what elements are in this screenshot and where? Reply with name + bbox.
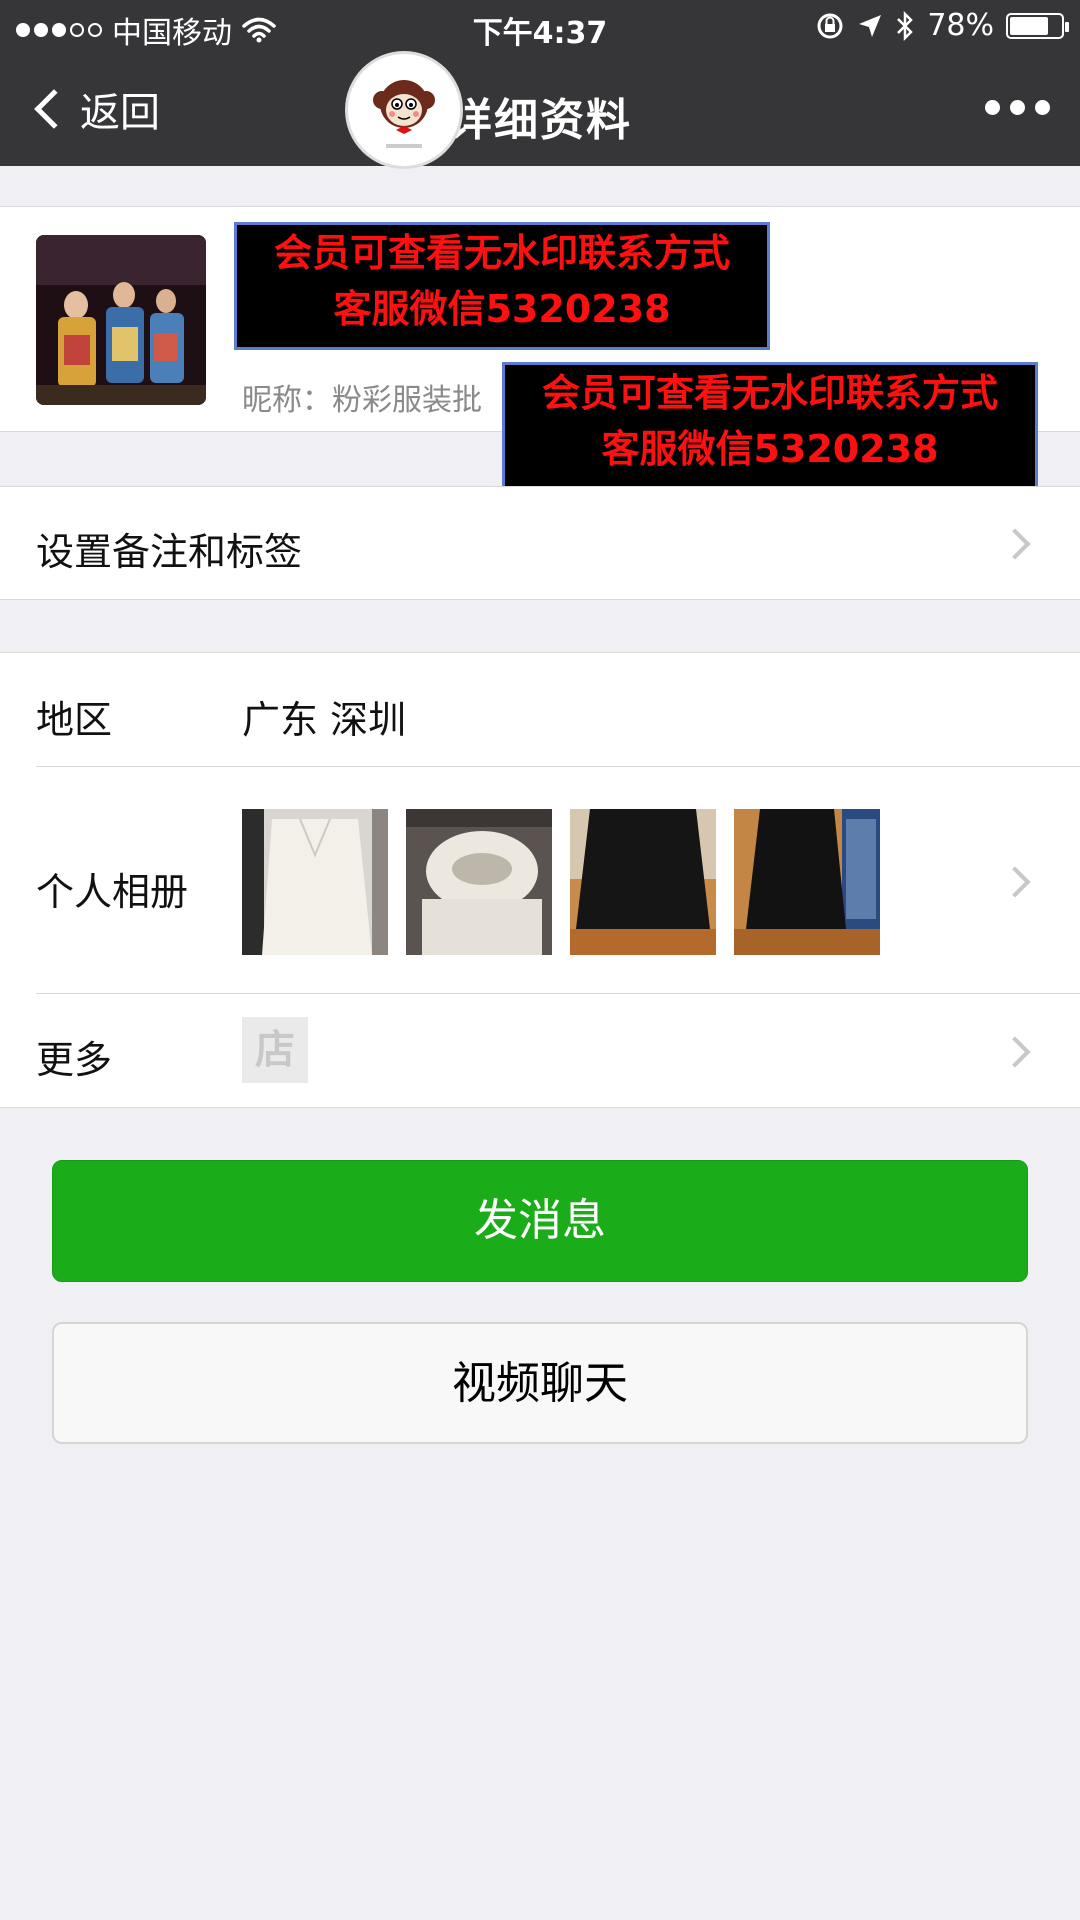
battery-icon: [1006, 12, 1069, 39]
battery-fill: [1010, 16, 1049, 35]
watermark-line: 会员可查看无水印联系方式: [541, 371, 998, 415]
region-label: 地区: [36, 698, 113, 742]
watermark-line: 客服微信5320238: [601, 427, 939, 471]
watermark-banner: 会员可查看无水印联系方式 客服微信5320238: [502, 362, 1038, 490]
nav-bar: 返回 详细资料: [0, 54, 1080, 166]
orientation-lock-icon: [817, 13, 843, 38]
battery-percent: 78%: [927, 8, 994, 43]
watermark-line: 会员可查看无水印联系方式: [273, 231, 730, 275]
more-label: 更多: [36, 1038, 113, 1082]
avatar[interactable]: [36, 235, 206, 405]
chevron-right-icon: [999, 866, 1031, 898]
white-sweater-photo[interactable]: [242, 809, 388, 955]
chevron-right-icon: [999, 528, 1031, 560]
set-remark-label: 设置备注和标签: [36, 530, 303, 574]
video-chat-button[interactable]: 视频聊天: [52, 1322, 1028, 1444]
white-turtleneck-photo[interactable]: [406, 809, 552, 955]
nickname: 昵称：粉彩服装批: [242, 383, 482, 418]
send-message-button[interactable]: 发消息: [52, 1160, 1028, 1282]
status-right: 78%: [815, 8, 1069, 43]
monkey-logo-icon: [348, 54, 460, 166]
black-skirt-photo[interactable]: [570, 809, 716, 955]
set-remark-row[interactable]: 设置备注和标签: [0, 486, 1080, 600]
chevron-right-icon: [999, 1036, 1031, 1068]
watermark-banner: 会员可查看无水印联系方式 客服微信5320238: [234, 222, 770, 350]
black-dress-photo[interactable]: [734, 809, 880, 955]
divider: [36, 766, 1080, 767]
top-bar: 中国移动 下午4:37 78% 返回 详细资料: [0, 0, 1080, 166]
info-group: 地区 广东 深圳 个人相册 更多 店: [0, 652, 1080, 1108]
region-value: 广东 深圳: [242, 698, 407, 742]
page-title: 详细资料: [448, 95, 632, 146]
shop-icon: 店: [242, 1017, 308, 1083]
album-photos: [242, 809, 880, 955]
location-arrow-icon: [859, 14, 882, 37]
bluetooth-icon: [897, 10, 914, 41]
personal-album-label: 个人相册: [36, 870, 189, 914]
more-dots-icon[interactable]: [985, 100, 1050, 115]
watermark-line: 客服微信5320238: [333, 287, 671, 331]
divider: [36, 993, 1080, 994]
status-bar: 中国移动 下午4:37 78%: [0, 0, 1080, 54]
